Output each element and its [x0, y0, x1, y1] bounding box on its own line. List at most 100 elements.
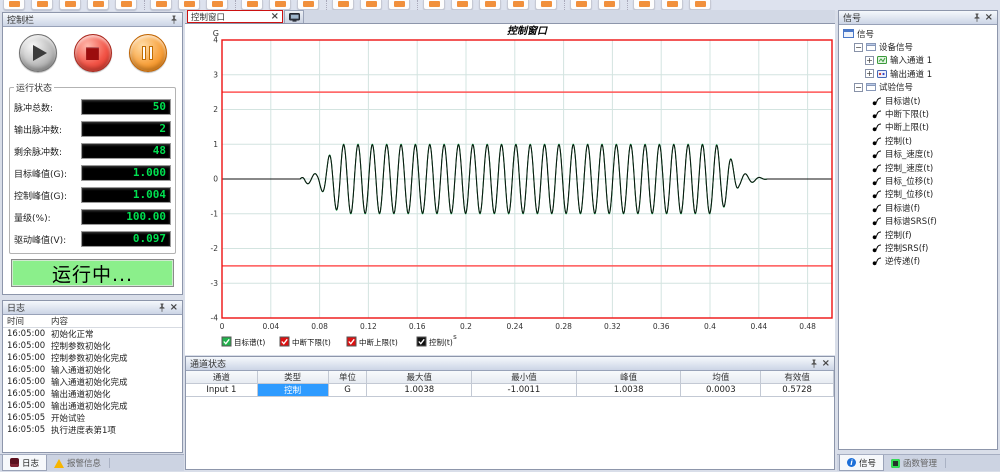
pause-button[interactable]	[129, 34, 167, 72]
legend-item[interactable]: 控制(t)	[417, 337, 453, 347]
toolbar-button[interactable]	[423, 0, 445, 10]
tree-group[interactable]: − 设备信号	[841, 40, 997, 53]
tree-item[interactable]: 控制SRS(f)	[841, 241, 997, 254]
close-icon[interactable]: ×	[985, 13, 993, 22]
play-button[interactable]	[19, 34, 57, 72]
expand-icon[interactable]: +	[865, 56, 874, 65]
toolbar-button[interactable]	[633, 0, 655, 10]
tree-item[interactable]: 目标_位移(t)	[841, 174, 997, 187]
log-row: 16:05:05执行进度表第1项	[3, 424, 182, 436]
tree-root-signal[interactable]: 信号	[841, 27, 997, 40]
toolbar-button[interactable]	[388, 0, 410, 10]
toolbar-button[interactable]	[206, 0, 228, 10]
toolbar-button[interactable]	[332, 0, 354, 10]
toolbar-button[interactable]	[570, 0, 592, 10]
toolbar-button[interactable]	[59, 0, 81, 10]
root-window-icon	[843, 29, 854, 38]
toolbar-button[interactable]	[115, 0, 137, 10]
tab-alarm-info[interactable]: 报警信息	[47, 455, 108, 471]
collapse-icon[interactable]: −	[854, 43, 863, 52]
tree-item[interactable]: +输入通道 1	[841, 54, 997, 67]
channel-value-cell: G	[329, 384, 368, 397]
toolbar-button[interactable]	[3, 0, 25, 10]
toolbar-button-icon	[65, 1, 76, 7]
stop-icon	[86, 47, 99, 60]
toolbar-button[interactable]	[87, 0, 109, 10]
tree-item[interactable]: 目标谱SRS(f)	[841, 214, 997, 227]
close-icon[interactable]: ×	[822, 359, 830, 368]
pin-icon[interactable]	[810, 359, 818, 368]
log-col-time: 时间	[7, 315, 51, 327]
tree-item-label: 设备信号	[879, 41, 913, 53]
status-field-value-display: 48	[81, 143, 171, 159]
log-time: 16:05:00	[7, 329, 51, 339]
channel-column-header: 通道	[186, 371, 258, 384]
toolbar-button[interactable]	[241, 0, 263, 10]
expand-icon[interactable]: +	[865, 69, 874, 78]
tab-signal[interactable]: i 信号	[839, 455, 884, 471]
toolbar-button[interactable]	[31, 0, 53, 10]
log-row: 16:05:00输出通道初始化	[3, 388, 182, 400]
legend-item[interactable]: 中断下限(t)	[280, 337, 331, 347]
signal-panel-title: 信号	[843, 11, 973, 24]
toolbar-button-icon	[541, 1, 552, 7]
tree-item[interactable]: +输出通道 1	[841, 67, 997, 80]
new-view-tab[interactable]	[284, 10, 304, 23]
tree-group[interactable]: −试验信号	[841, 81, 997, 94]
tab-control-window[interactable]: 控制窗口 ×	[187, 10, 283, 23]
pin-icon[interactable]	[973, 13, 981, 22]
log-panel-header: 日志 ×	[3, 301, 182, 315]
tree-item[interactable]: 控制_位移(t)	[841, 188, 997, 201]
tab-divider	[945, 458, 946, 468]
close-icon[interactable]: ×	[170, 303, 178, 312]
toolbar-button[interactable]	[150, 0, 172, 10]
toolbar-separator	[417, 0, 418, 10]
stop-button[interactable]	[74, 34, 112, 72]
channel-type-cell[interactable]: 控制	[258, 384, 329, 397]
toolbar-button-icon	[184, 1, 195, 7]
channel-table-header: 通道类型单位最大值最小值峰值均值有效值	[186, 371, 834, 384]
log-time: 16:05:00	[7, 389, 51, 399]
tab-log[interactable]: 日志	[2, 455, 47, 471]
collapse-icon[interactable]: −	[854, 83, 863, 92]
tree-item[interactable]: 中断上限(t)	[841, 121, 997, 134]
toolbar-button[interactable]	[269, 0, 291, 10]
close-icon[interactable]: ×	[271, 12, 279, 21]
legend-item[interactable]: 目标谱(t)	[222, 337, 265, 347]
tree-item[interactable]: 控制_速度(t)	[841, 161, 997, 174]
tree-item[interactable]: 控制(f)	[841, 228, 997, 241]
tab-divider	[109, 458, 110, 468]
pin-icon[interactable]	[170, 15, 178, 24]
tree-item[interactable]: 控制(t)	[841, 134, 997, 147]
tree-item-label: 中断上限(t)	[885, 121, 929, 133]
tree-item[interactable]: 目标谱(f)	[841, 201, 997, 214]
toolbar-button[interactable]	[360, 0, 382, 10]
toolbar-button[interactable]	[661, 0, 683, 10]
channel-table-row[interactable]: Input 1控制G1.0038-1.00111.00380.00030.572…	[186, 384, 834, 397]
toolbar-button[interactable]	[507, 0, 529, 10]
signal-icon	[872, 163, 882, 173]
x-tick-label: 0.08	[311, 322, 328, 331]
x-tick-label: 0.32	[604, 322, 621, 331]
signal-icon	[872, 256, 882, 266]
legend-item[interactable]: 中断上限(t)	[347, 337, 398, 347]
tree-item[interactable]: 中断下限(t)	[841, 107, 997, 120]
toolbar-button[interactable]	[535, 0, 557, 10]
tree-item[interactable]: 目标谱(t)	[841, 94, 997, 107]
channel-value-cell: 1.0038	[367, 384, 472, 397]
status-field: 输出脉冲数:2	[14, 118, 171, 140]
log-row: 16:05:05开始试验	[3, 412, 182, 424]
tree-item[interactable]: 目标_速度(t)	[841, 148, 997, 161]
tree-item[interactable]: 逆传递(f)	[841, 255, 997, 268]
toolbar-button[interactable]	[178, 0, 200, 10]
toolbar-button[interactable]	[451, 0, 473, 10]
x-tick-label: 0.28	[555, 322, 572, 331]
toolbar-button[interactable]	[479, 0, 501, 10]
toolbar-button[interactable]	[297, 0, 319, 10]
toolbar-button[interactable]	[689, 0, 711, 10]
tab-function-manager[interactable]: 函数管理	[884, 455, 944, 471]
log-message: 输出通道初始化完成	[51, 400, 128, 412]
pin-icon[interactable]	[158, 303, 166, 312]
channel-value-cell: -1.0011	[472, 384, 577, 397]
toolbar-button[interactable]	[598, 0, 620, 10]
